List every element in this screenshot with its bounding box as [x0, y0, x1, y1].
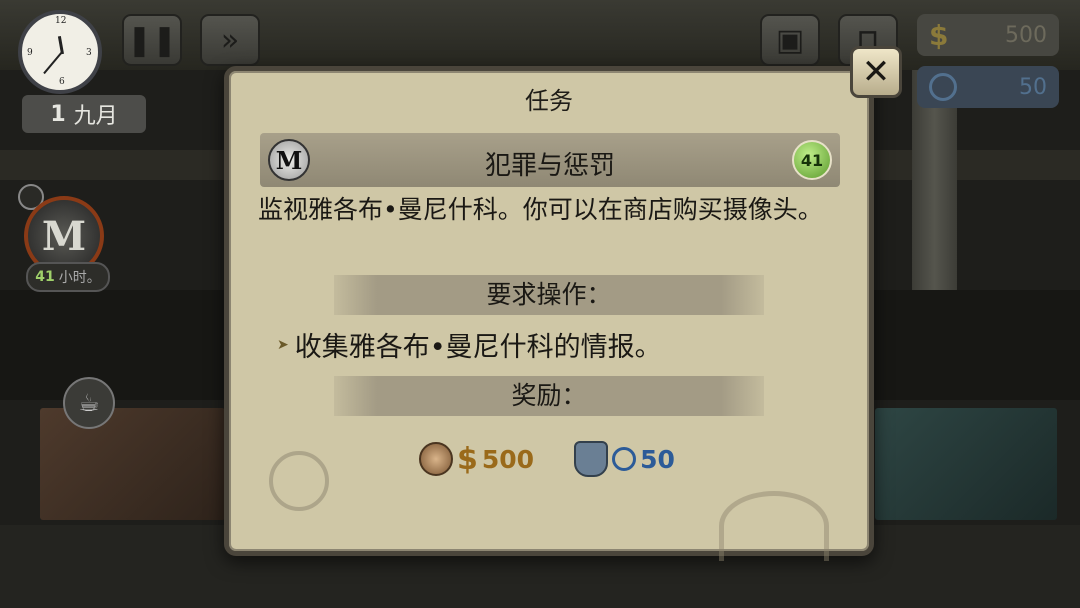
quest-header: M 犯罪与惩罚 41	[260, 133, 840, 187]
close-icon: ✕	[861, 52, 891, 92]
reward-reputation: 50	[574, 441, 675, 477]
quest-dialog: 任务 M 犯罪与惩罚 41 监视雅各布•曼尼什科。你可以在商店购买摄像头。 要求…	[224, 66, 874, 561]
task-item: ➤ 收集雅各布•曼尼什科的情报。	[277, 325, 662, 364]
close-button[interactable]: ✕	[850, 46, 902, 98]
watermark-emblem-corner	[719, 491, 829, 561]
fast-forward-icon: »	[220, 22, 240, 58]
shield-icon	[574, 441, 609, 477]
room-left[interactable]	[40, 408, 225, 520]
pause-button[interactable]: ❚❚	[122, 14, 182, 66]
money-value: 500	[1005, 22, 1047, 48]
reputation-icon	[929, 73, 957, 101]
quest-timer-unit: 小时。	[58, 270, 101, 286]
watermark-emblem	[269, 451, 329, 511]
date-badge: 1 九月	[22, 95, 146, 133]
coins-icon	[419, 442, 453, 476]
date-month: 九月	[73, 104, 118, 129]
task-text: 收集雅各布•曼尼什科的情报。	[294, 332, 662, 363]
reward-reputation-value: 50	[640, 444, 675, 474]
requirements-heading: 要求操作：	[334, 275, 764, 315]
reward-money-value: 500	[481, 444, 535, 474]
coffee-button[interactable]: ☕	[63, 377, 115, 429]
quest-timer-value: 41	[35, 269, 55, 285]
fast-forward-button[interactable]: »	[200, 14, 260, 66]
reward-money: $ 500	[419, 442, 534, 477]
rewards-row: $ 500 50	[419, 441, 675, 477]
coffee-icon: ☕	[78, 389, 100, 417]
dialog-title: 任务	[525, 87, 573, 115]
clock-icon: 12 3 6 9	[18, 10, 102, 94]
reputation-value: 50	[1019, 74, 1047, 100]
rewards-heading: 奖励：	[334, 376, 764, 416]
dollar-icon: $	[929, 18, 949, 52]
bag-icon: ▣	[775, 22, 805, 58]
quest-avatar-letter: M	[41, 212, 87, 260]
reputation-icon	[612, 447, 637, 471]
reputation-counter: 50	[917, 66, 1059, 108]
reward-money-symbol: $	[457, 441, 478, 477]
task-arrow-icon: ➤	[277, 336, 289, 353]
bag-button[interactable]: ▣	[760, 14, 820, 66]
date-day: 1	[50, 101, 66, 127]
money-counter: $ 500	[917, 14, 1059, 56]
quest-description: 监视雅各布•曼尼什科。你可以在商店购买摄像头。	[258, 195, 823, 224]
quest-level-badge: 41	[792, 140, 832, 180]
quest-name: 犯罪与惩罚	[484, 151, 615, 181]
quest-timer: 41 小时。	[26, 262, 110, 292]
room-right[interactable]	[875, 408, 1057, 520]
pause-icon: ❚❚	[126, 22, 178, 58]
